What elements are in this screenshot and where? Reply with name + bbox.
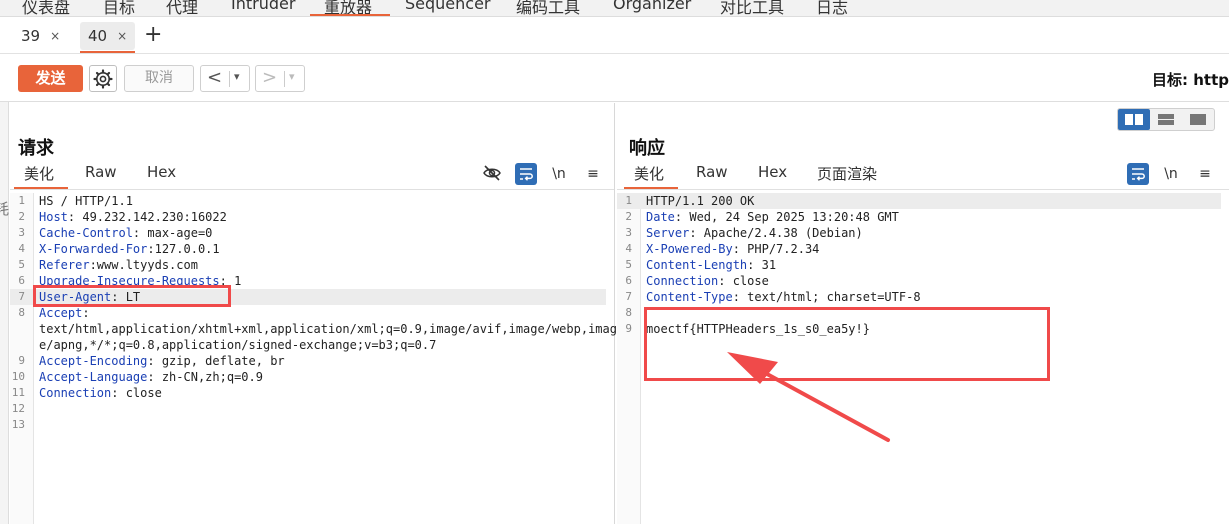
annotation-arrow-icon: [727, 352, 890, 442]
